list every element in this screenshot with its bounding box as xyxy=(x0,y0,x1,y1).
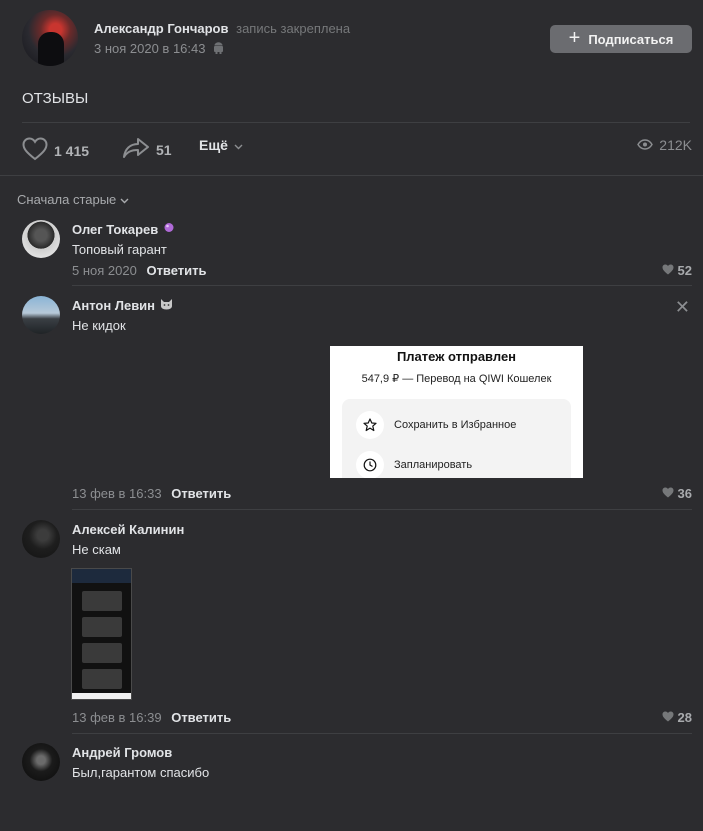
comment-author[interactable]: Андрей Громов xyxy=(72,745,172,760)
share-arrow-icon xyxy=(122,137,150,162)
divider xyxy=(72,733,692,734)
comment-meta: 13 фев в 16:39 Ответить xyxy=(72,710,231,725)
avatar[interactable] xyxy=(22,296,60,334)
comment-author[interactable]: Антон Левин xyxy=(72,298,173,313)
crystal-ball-icon xyxy=(163,222,175,237)
reply-button[interactable]: Ответить xyxy=(171,710,231,725)
heart-icon xyxy=(662,486,674,501)
attachment-card: Сохранить в Избранное Запланировать xyxy=(342,399,571,478)
pinned-label: запись закреплена xyxy=(236,21,351,36)
divider xyxy=(72,285,692,286)
sort-label: Сначала старые xyxy=(17,192,117,207)
comment-like-count: 28 xyxy=(677,710,692,725)
close-icon[interactable]: ✕ xyxy=(675,298,690,316)
divider xyxy=(72,509,692,510)
chevron-down-icon xyxy=(120,192,129,207)
comment-text: Топовый гарант xyxy=(72,242,167,257)
post-date[interactable]: 3 ноя 2020 в 16:43 xyxy=(94,41,224,57)
subscribe-label: Подписаться xyxy=(588,31,674,47)
post-text: ОТЗЫВЫ xyxy=(22,90,89,107)
clock-icon xyxy=(356,451,384,478)
subscribe-button[interactable]: + Подписаться xyxy=(550,25,692,53)
comment-text: Не кидок xyxy=(72,318,126,333)
cat-emoji-icon xyxy=(160,298,173,313)
avatar[interactable] xyxy=(22,743,60,781)
comment-like-button[interactable]: 28 xyxy=(662,710,692,725)
comment-item: Алексей Калинин Не скам 13 фев в 16:39 О… xyxy=(22,520,692,734)
attachment-title: Платеж отправлен xyxy=(396,349,517,364)
divider xyxy=(0,175,703,176)
comment-text: Был,гарантом спасибо xyxy=(72,765,210,780)
attachment-row: Запланировать xyxy=(356,451,472,478)
phone-card xyxy=(82,669,122,689)
share-button[interactable]: 51 xyxy=(122,137,172,162)
phone-card xyxy=(82,617,122,637)
attachment-row-label: Запланировать xyxy=(394,459,473,471)
android-icon xyxy=(213,42,224,57)
author-line: Александр Гончаров запись закреплена xyxy=(94,21,350,36)
phone-header-bar xyxy=(72,569,131,583)
phone-card xyxy=(82,643,122,663)
reply-button[interactable]: Ответить xyxy=(171,486,231,501)
phone-card xyxy=(82,591,122,611)
eye-icon xyxy=(637,137,654,153)
star-icon xyxy=(356,411,384,439)
heart-icon xyxy=(662,263,674,278)
reply-button[interactable]: Ответить xyxy=(146,263,206,278)
comment-like-button[interactable]: 36 xyxy=(662,486,692,501)
post-date-text[interactable]: 3 ноя 2020 в 16:43 xyxy=(94,41,205,56)
comment-author[interactable]: Олег Токарев xyxy=(72,222,175,237)
attachment-image[interactable]: Платеж отправлен 547,9 ₽ — Перевод на QI… xyxy=(330,346,583,478)
like-button[interactable]: 1 415 xyxy=(22,137,89,164)
comment-like-count: 36 xyxy=(677,486,692,501)
comment-date[interactable]: 13 фев в 16:33 xyxy=(72,486,162,501)
comment-item: Олег Токарев Топовый гарант 5 ноя 2020 О… xyxy=(22,220,692,286)
attachment-subtitle: 547,9 ₽ — Перевод на QIWI Кошелек xyxy=(361,373,552,385)
views-counter: 212K xyxy=(637,137,692,153)
post-actions: 1 415 51 Ещё 212K xyxy=(22,137,692,163)
comment-author-name[interactable]: Алексей Калинин xyxy=(72,522,184,537)
like-count: 1 415 xyxy=(54,142,90,159)
comment-meta: 5 ноя 2020 Ответить xyxy=(72,263,207,278)
post-header: Александр Гончаров запись закреплена 3 н… xyxy=(22,10,692,68)
comment-meta: 13 фев в 16:33 Ответить xyxy=(72,486,231,501)
views-count: 212K xyxy=(659,137,692,153)
comment-author-name[interactable]: Олег Токарев xyxy=(72,222,158,237)
heart-icon xyxy=(662,710,674,725)
more-label: Ещё xyxy=(199,137,228,153)
heart-icon xyxy=(22,137,48,164)
plus-icon: + xyxy=(568,27,581,49)
share-count: 51 xyxy=(156,141,172,158)
comment-text: Не скам xyxy=(72,542,121,557)
comment-date[interactable]: 5 ноя 2020 xyxy=(72,263,137,278)
attachment-row-label: Сохранить в Избранное xyxy=(394,419,517,431)
avatar[interactable] xyxy=(22,520,60,558)
attachment-image[interactable] xyxy=(71,568,132,700)
author-avatar[interactable] xyxy=(22,10,78,66)
comment-like-count: 52 xyxy=(677,263,692,278)
author-name[interactable]: Александр Гончаров xyxy=(94,21,228,36)
more-button[interactable]: Ещё xyxy=(199,137,243,153)
comment-like-button[interactable]: 52 xyxy=(662,263,692,278)
comment-author[interactable]: Алексей Калинин xyxy=(72,522,184,537)
divider xyxy=(22,122,690,123)
attachment-row: Сохранить в Избранное xyxy=(356,411,516,439)
phone-bottom-bar xyxy=(72,693,131,699)
sort-dropdown[interactable]: Сначала старые xyxy=(17,192,129,207)
chevron-down-icon xyxy=(234,137,243,153)
comment-item: Антон Левин Не кидок ✕ Платеж отправлен … xyxy=(22,296,692,510)
comment-author-name[interactable]: Антон Левин xyxy=(72,298,155,313)
comment-date[interactable]: 13 фев в 16:39 xyxy=(72,710,162,725)
comment-item: Андрей Громов Был,гарантом спасибо xyxy=(22,743,692,793)
comment-author-name[interactable]: Андрей Громов xyxy=(72,745,172,760)
avatar[interactable] xyxy=(22,220,60,258)
